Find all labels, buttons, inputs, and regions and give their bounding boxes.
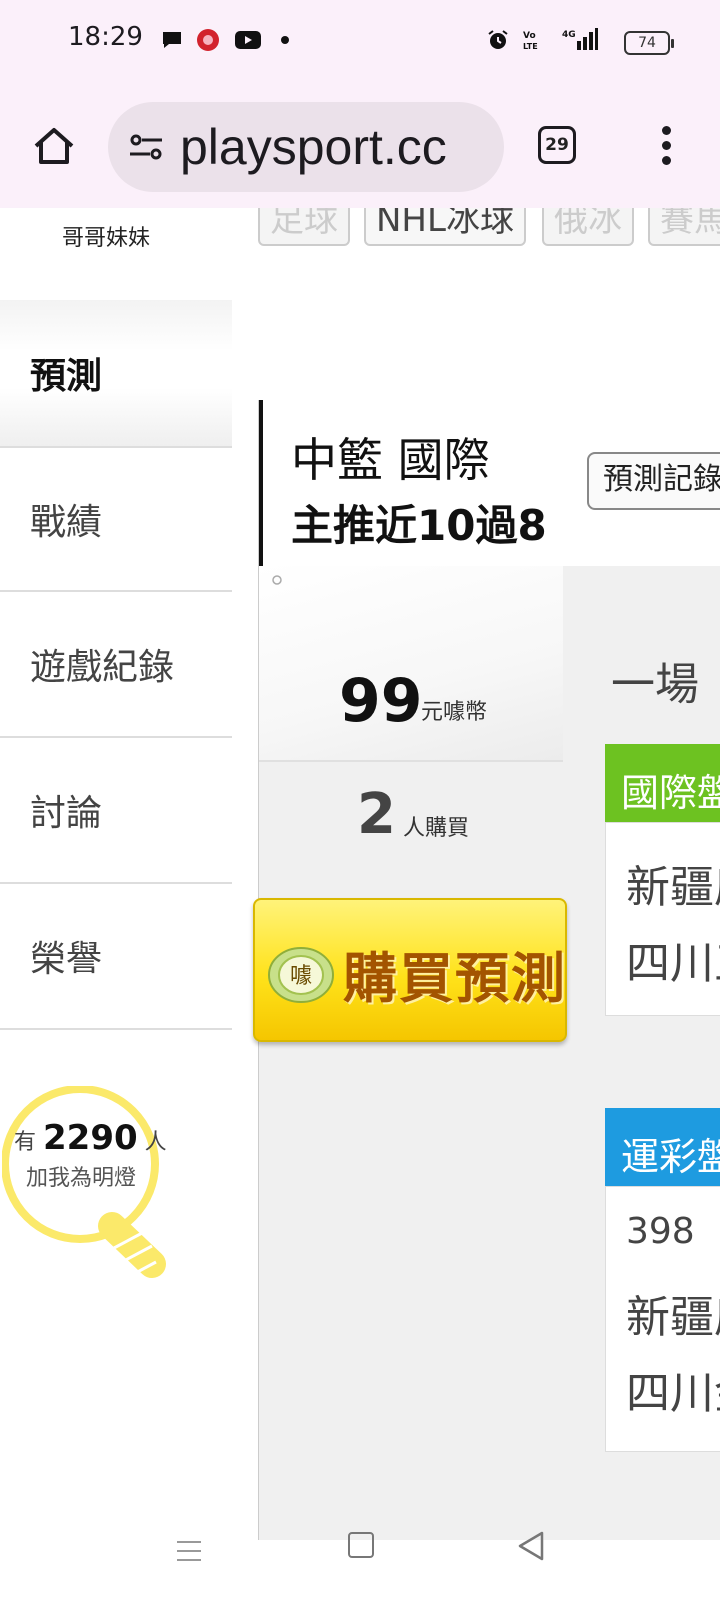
coin-char: 噱 — [290, 964, 312, 989]
prediction-subtitle: 主推近10過8 — [291, 501, 547, 550]
back-icon[interactable] — [516, 1530, 546, 1562]
volte-icon: VoLTE — [523, 31, 538, 51]
status-bar: 18:29 Vo LTE 4G 74 — [0, 0, 720, 84]
divider — [259, 760, 563, 762]
sidebar-item-label: 遊戲紀錄 — [30, 647, 175, 688]
sidebar-item-label: 討論 — [30, 793, 103, 834]
international-market-card[interactable]: 新疆廣 四川五 — [605, 822, 720, 1016]
pin-icon — [272, 575, 282, 585]
sidebar-item-record[interactable]: 戰績 — [0, 446, 232, 592]
sports-lottery-market-header: 運彩盤 — [605, 1108, 720, 1186]
buy-prediction-button[interactable]: 噱 購買預測 — [253, 898, 567, 1042]
status-time: 18:29 — [68, 22, 143, 52]
sidebar-item-predictions[interactable]: 預測 — [0, 300, 232, 446]
prediction-record-button[interactable]: 預測記錄 — [587, 452, 720, 510]
sidebar-item-discussion[interactable]: 討論 — [0, 738, 232, 884]
prediction-title: 中籃 國際 — [291, 433, 490, 487]
svg-text:4G: 4G — [562, 30, 576, 40]
sibling-card[interactable]: 哥哥妹妹 — [0, 208, 232, 302]
lamp-caption: 加我為明燈 — [26, 1166, 137, 1191]
chat-bubble-icon — [163, 32, 181, 48]
buy-prediction-label: 購買預測 — [343, 947, 567, 1010]
site-settings-icon[interactable] — [128, 131, 164, 163]
overflow-menu-icon[interactable] — [656, 126, 676, 168]
prediction-header: 中籃 國際 主推近10過8 預測記錄 — [259, 400, 720, 566]
svg-text:Vo: Vo — [523, 31, 536, 41]
battery-icon: 74 — [624, 31, 674, 55]
coin-icon: 噱 — [268, 947, 334, 1003]
sports-lottery-market-label: 運彩盤 — [621, 1135, 720, 1179]
notification-dot-icon — [281, 36, 289, 44]
svg-text:LTE: LTE — [523, 42, 538, 51]
price-value: 99 — [339, 666, 423, 736]
team-name: 新疆廣 — [626, 862, 720, 913]
team-name: 四川五 — [626, 938, 720, 989]
lamp-prefix: 有 — [14, 1130, 37, 1155]
system-nav-bar — [232, 1530, 720, 1576]
sports-lottery-market-card[interactable]: 398 新疆廣 四川金 — [605, 1186, 720, 1452]
sidebar-item-game-log[interactable]: 遊戲紀錄 — [0, 592, 232, 738]
signal-4g-icon: 4G — [562, 28, 598, 50]
sidebar-item-honors[interactable]: 榮譽 — [0, 884, 232, 1030]
tab-khl[interactable]: 俄冰 — [542, 208, 634, 246]
international-market-header: 國際盤 — [605, 744, 720, 822]
prediction-panel: 中籃 國際 主推近10過8 預測記錄 99 元噱幣 一場 2 人購買 噱 購買預… — [253, 400, 720, 1540]
url-text[interactable]: playsport.cc — [180, 118, 447, 176]
price-unit: 元噱幣 — [421, 700, 488, 725]
lamp-count-line: 有 2290 人 — [14, 1118, 167, 1158]
sibling-name: 哥哥妹妹 — [62, 226, 151, 251]
sidebar-item-label: 預測 — [30, 356, 103, 397]
international-market-label: 國際盤 — [621, 771, 720, 815]
recents-button[interactable] — [348, 1532, 374, 1558]
game-code: 398 — [626, 1211, 695, 1252]
buyer-unit: 人購買 — [403, 816, 470, 841]
team-name: 新疆廣 — [626, 1292, 720, 1343]
tab-horse-racing[interactable]: 賽馬 — [648, 208, 720, 246]
address-bar[interactable]: playsport.cc — [108, 102, 504, 192]
lamp-suffix: 人 — [144, 1130, 167, 1155]
buyer-count: 2 — [357, 782, 396, 847]
team-name: 四川金 — [626, 1368, 720, 1419]
tab-nhl[interactable]: NHL冰球 — [364, 208, 526, 246]
hamburger-menu-icon[interactable] — [176, 1538, 202, 1564]
tab-switcher-button[interactable]: 29 — [538, 126, 576, 164]
sidebar-item-label: 榮譽 — [30, 939, 103, 980]
home-icon[interactable] — [30, 122, 78, 170]
sidebar-item-label: 戰績 — [30, 502, 103, 543]
youtube-icon — [235, 31, 261, 49]
profile-sidebar: 哥哥妹妹 預測 戰績 遊戲紀錄 討論 榮譽 有 2290 人 加我為明燈 — [0, 208, 234, 1604]
tab-soccer[interactable]: 足球 — [258, 208, 350, 246]
lamp-count: 2290 — [43, 1118, 138, 1158]
single-game-label: 一場 — [611, 659, 699, 710]
main-content: 足球 NHL冰球 俄冰 賽馬 中籃 國際 主推近10過8 預測記錄 99 元噱幣… — [232, 208, 720, 1604]
alarm-icon — [488, 30, 508, 49]
price-box: 99 元噱幣 — [259, 566, 563, 760]
app-logo-icon — [197, 29, 219, 51]
browser-toolbar: playsport.cc 29 — [0, 84, 720, 208]
